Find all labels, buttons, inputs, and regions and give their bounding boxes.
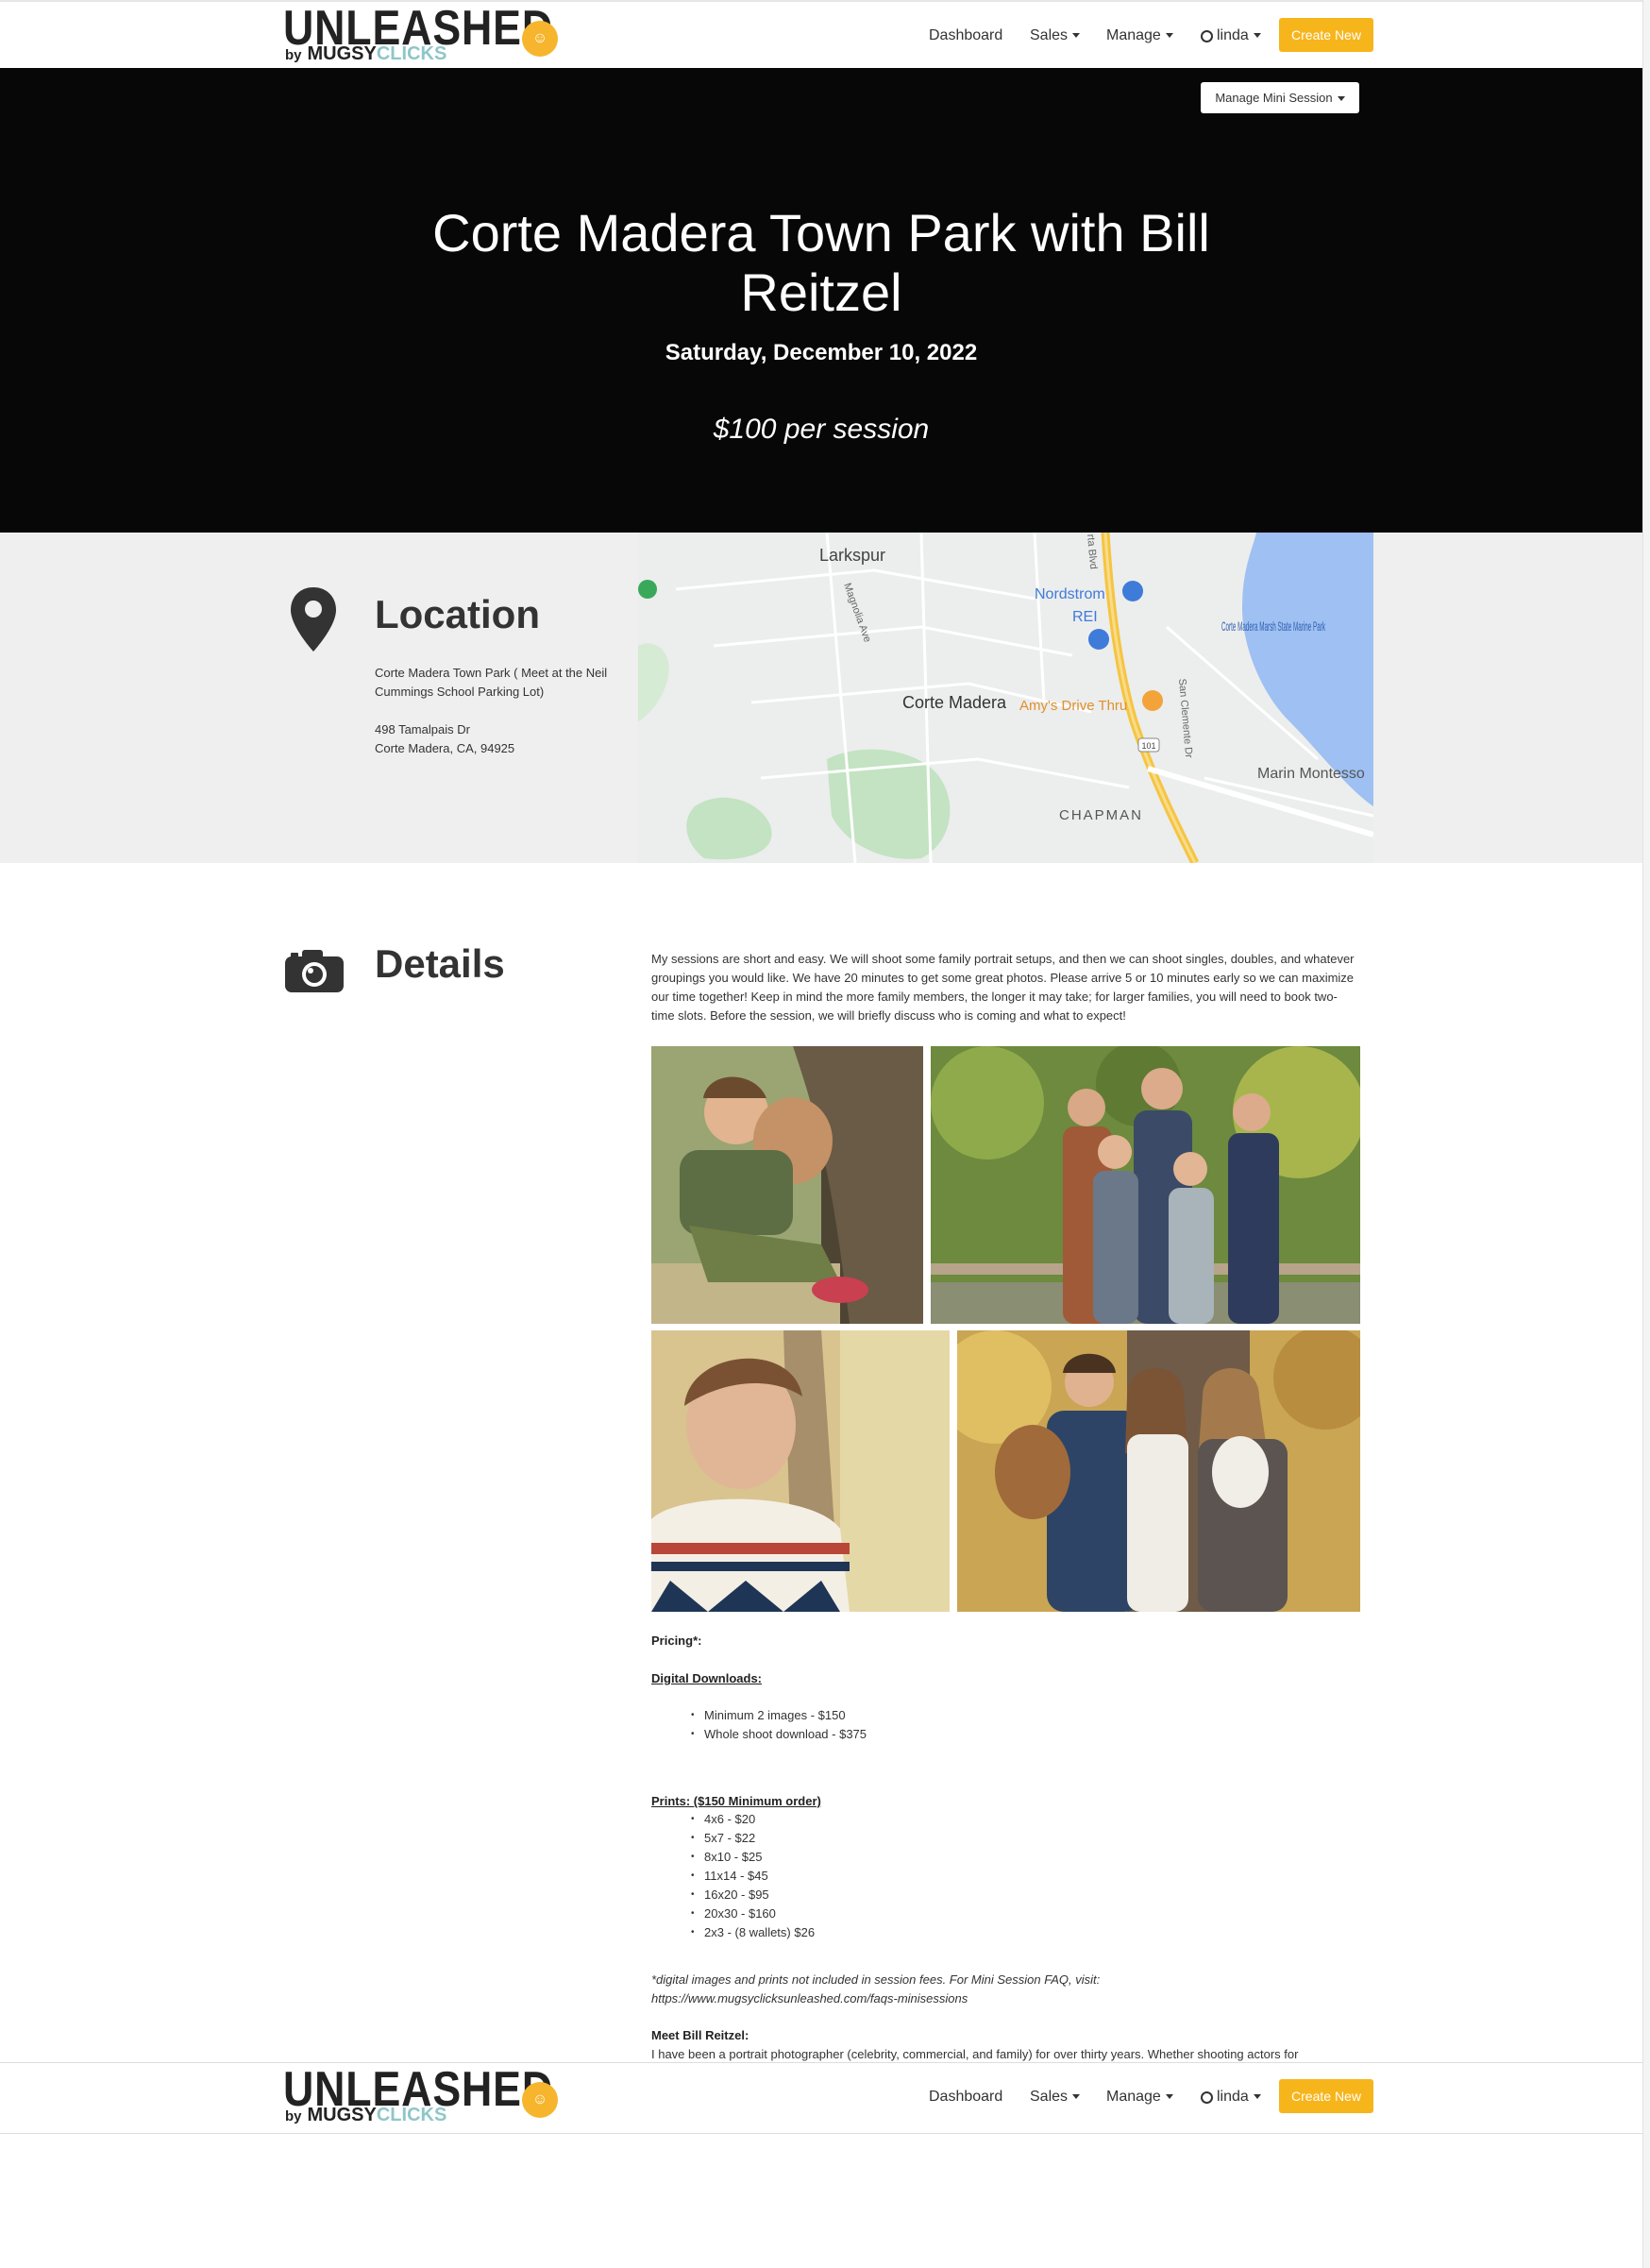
details-heading: Details — [375, 941, 505, 986]
nav-dashboard[interactable]: Dashboard — [929, 23, 1002, 49]
photo-siblings-with-dogs — [957, 1330, 1360, 1612]
map-label-nordstrom: Nordstrom — [1035, 586, 1105, 602]
logo-badge-icon: ☺ — [522, 2082, 558, 2118]
nav-user-menu[interactable]: linda — [1201, 23, 1261, 49]
pricing-note: *digital images and prints not included … — [651, 1972, 1101, 2006]
logo-subtitle: by MUGSYCLICKS — [285, 2105, 447, 2125]
list-item: 20x30 - $160 — [691, 1904, 815, 1923]
chevron-down-icon — [1165, 33, 1173, 39]
session-date: Saturday, December 10, 2022 — [665, 340, 978, 365]
chevron-down-icon — [1253, 2094, 1261, 2100]
user-icon — [1201, 30, 1213, 42]
user-icon — [1201, 2091, 1213, 2104]
map-label-corte-madera: Corte Madera — [902, 693, 1007, 712]
page-title: Corte Madera Town Park with Bill Reitzel — [432, 203, 1210, 322]
map-pin-icon — [291, 587, 336, 652]
list-item: Whole shoot download - $375 — [691, 1725, 867, 1744]
create-new-button[interactable]: Create New — [1279, 2079, 1373, 2113]
nav-sales[interactable]: Sales — [1030, 23, 1081, 49]
session-price: $100 per session — [713, 414, 930, 445]
details-paragraph: My sessions are short and easy. We will … — [651, 952, 1355, 1023]
list-item: 16x20 - $95 — [691, 1886, 815, 1904]
nav-sales[interactable]: Sales — [1030, 2084, 1081, 2110]
nav-manage[interactable]: Manage — [1106, 23, 1173, 49]
meet-photographer-text: I have been a portrait photographer (cel… — [651, 2047, 1299, 2061]
chevron-down-icon — [1253, 33, 1261, 39]
list-item: 11x14 - $45 — [691, 1867, 815, 1886]
prints-label: Prints: ($150 Minimum order) — [651, 1794, 821, 1808]
list-item: 4x6 - $20 — [691, 1810, 815, 1829]
logo-badge-icon: ☺ — [522, 21, 558, 57]
nav-user-menu[interactable]: linda — [1201, 2084, 1261, 2110]
nav-dashboard[interactable]: Dashboard — [929, 2084, 1002, 2110]
photo-family-of-five — [931, 1046, 1360, 1324]
prints-list: 4x6 - $20 5x7 - $22 8x10 - $25 11x14 - $… — [651, 1810, 815, 1942]
list-item: 2x3 - (8 wallets) $26 — [691, 1923, 815, 1942]
camera-icon — [285, 950, 344, 992]
location-place: Corte Madera Town Park ( Meet at the Nei… — [375, 666, 608, 699]
top-navbar: UNLEASHED by MUGSYCLICKS ☺ Dashboard Sale… — [0, 0, 1642, 71]
digital-downloads-label: Digital Downloads: — [651, 1671, 762, 1685]
location-city: Corte Madera, CA, 94925 — [375, 741, 515, 755]
map-label-chapman: CHAPMAN — [1059, 807, 1143, 823]
chevron-down-icon — [1072, 2094, 1081, 2100]
map-label-rei: REI — [1072, 609, 1098, 625]
manage-mini-session-button[interactable]: Manage Mini Session — [1201, 82, 1359, 113]
map-label-marsh: Corte Madera Marsh State Marine Park — [1221, 618, 1325, 634]
map-label-amys: Amy's Drive Thru — [1019, 698, 1127, 714]
page-scrollbar[interactable] — [1642, 0, 1650, 2268]
meet-photographer-label: Meet Bill Reitzel: — [651, 2028, 749, 2042]
chevron-down-icon — [1337, 96, 1345, 102]
logo-subtitle: by MUGSYCLICKS — [285, 43, 447, 64]
photo-boy-portrait — [651, 1330, 950, 1612]
nav-manage[interactable]: Manage — [1106, 2084, 1173, 2110]
list-item: 8x10 - $25 — [691, 1848, 815, 1867]
location-heading: Location — [375, 592, 540, 636]
map-label-marin: Marin Montesso — [1257, 766, 1365, 782]
sticky-navbar: UNLEASHED by MUGSYCLICKS ☺ Dashboard Sale… — [0, 2062, 1642, 2134]
location-street: 498 Tamalpais Dr — [375, 722, 470, 736]
map-label-highway: 101 — [1141, 741, 1155, 751]
pricing-label: Pricing*: — [651, 1633, 702, 1648]
list-item: Minimum 2 images - $150 — [691, 1706, 867, 1725]
map-graphic: 101 Larkspur Nordstrom REI Corte Madera … — [638, 533, 1373, 863]
map-label-larkspur: Larkspur — [819, 546, 885, 565]
chevron-down-icon — [1072, 33, 1081, 39]
location-map[interactable]: 101 Larkspur Nordstrom REI Corte Madera … — [638, 533, 1373, 863]
digital-downloads-list: Minimum 2 images - $150 Whole shoot down… — [651, 1706, 867, 1744]
list-item: 5x7 - $22 — [691, 1829, 815, 1848]
photo-boy-with-dog — [651, 1046, 923, 1324]
chevron-down-icon — [1165, 2094, 1173, 2100]
create-new-button[interactable]: Create New — [1279, 18, 1373, 52]
